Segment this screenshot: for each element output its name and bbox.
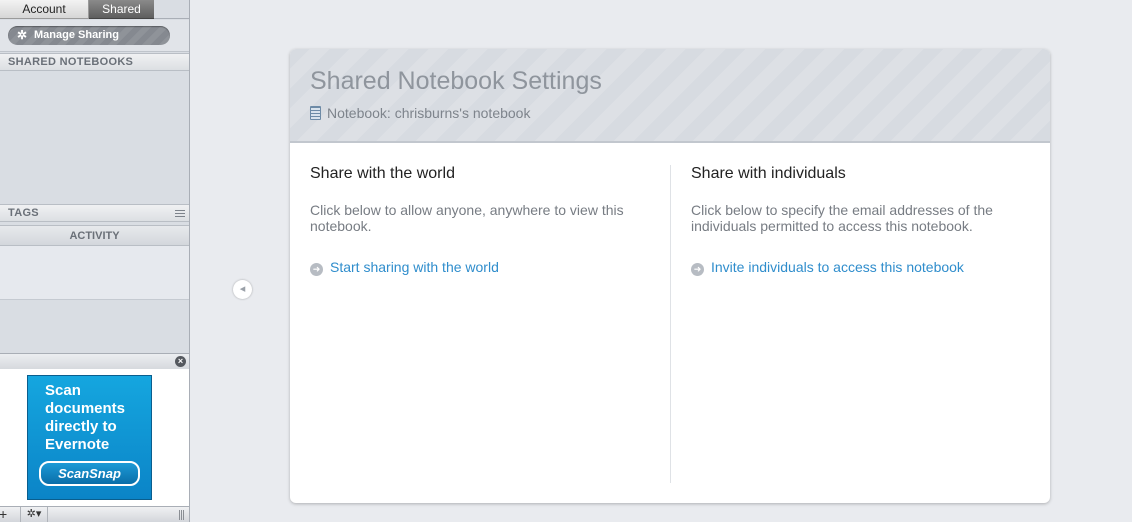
notebook-line: Notebook: chrisburns's notebook <box>310 105 530 121</box>
section-header-tags[interactable]: TAGS <box>0 204 189 222</box>
share-world-column: Share with the world Click below to allo… <box>310 165 650 276</box>
share-individuals-title: Share with individuals <box>691 165 846 182</box>
sidebar-bottom-bar: + ✲▾ <box>0 506 189 522</box>
ad-text: Scan documents directly to Evernote <box>45 382 126 453</box>
ad-area: Scan documents directly to Evernote Scan… <box>0 369 189 506</box>
tabs-filler <box>154 0 189 19</box>
share-individuals-column: Share with individuals Click below to sp… <box>691 165 1031 276</box>
invite-individuals-link[interactable]: ➜ Invite individuals to access this noteb… <box>691 259 1031 276</box>
gear-menu-button[interactable]: ✲▾ <box>20 507 48 522</box>
add-icon[interactable]: + <box>0 507 7 521</box>
activity-list <box>0 246 189 300</box>
notebook-name: Notebook: chrisburns's notebook <box>327 105 531 121</box>
section-header-shared-notebooks[interactable]: SHARED NOTEBOOKS <box>0 53 189 71</box>
share-world-description: Click below to allow anyone, anywhere to… <box>310 202 624 234</box>
manage-sharing-label: Manage Sharing <box>34 29 119 41</box>
gear-icon: ✲ <box>17 28 28 42</box>
arrow-right-icon: ➜ <box>691 263 704 276</box>
scansnap-ad[interactable]: Scan documents directly to Evernote Scan… <box>27 375 152 500</box>
sidebar-tabs: Account Shared <box>0 0 189 19</box>
share-individuals-description: Click below to specify the email address… <box>691 202 993 234</box>
sidebar: Account Shared ✲ Manage Sharing SHARED N… <box>0 0 190 522</box>
manage-sharing-button[interactable]: ✲ Manage Sharing <box>8 26 170 45</box>
shared-notebooks-list <box>0 71 189 204</box>
invite-individuals-label: Invite individuals to access this notebo… <box>711 259 964 275</box>
tags-label: TAGS <box>8 207 39 219</box>
notebook-icon <box>310 106 321 120</box>
shared-notebook-settings-panel: Shared Notebook Settings Notebook: chris… <box>290 49 1050 503</box>
arrow-right-icon: ➜ <box>310 263 323 276</box>
start-sharing-world-label: Start sharing with the world <box>330 259 499 275</box>
share-world-title: Share with the world <box>310 165 455 182</box>
resize-handle[interactable] <box>179 510 185 520</box>
sidebar-empty-area <box>0 300 189 353</box>
close-icon[interactable]: × <box>175 356 186 367</box>
column-divider <box>670 165 671 483</box>
manage-sharing-bar: ✲ Manage Sharing <box>0 20 189 52</box>
panel-header: Shared Notebook Settings Notebook: chris… <box>290 49 1050 143</box>
list-view-icon[interactable] <box>175 210 185 217</box>
section-header-activity[interactable]: ACTIVITY <box>0 225 189 246</box>
page-title: Shared Notebook Settings <box>310 67 602 95</box>
collapse-left-icon[interactable]: ◂ <box>233 280 252 299</box>
start-sharing-world-link[interactable]: ➜ Start sharing with the world <box>310 259 650 276</box>
ad-bar: × <box>0 353 189 369</box>
scansnap-logo: ScanSnap <box>39 461 140 486</box>
tab-shared[interactable]: Shared <box>89 0 154 19</box>
tab-account[interactable]: Account <box>0 0 89 19</box>
